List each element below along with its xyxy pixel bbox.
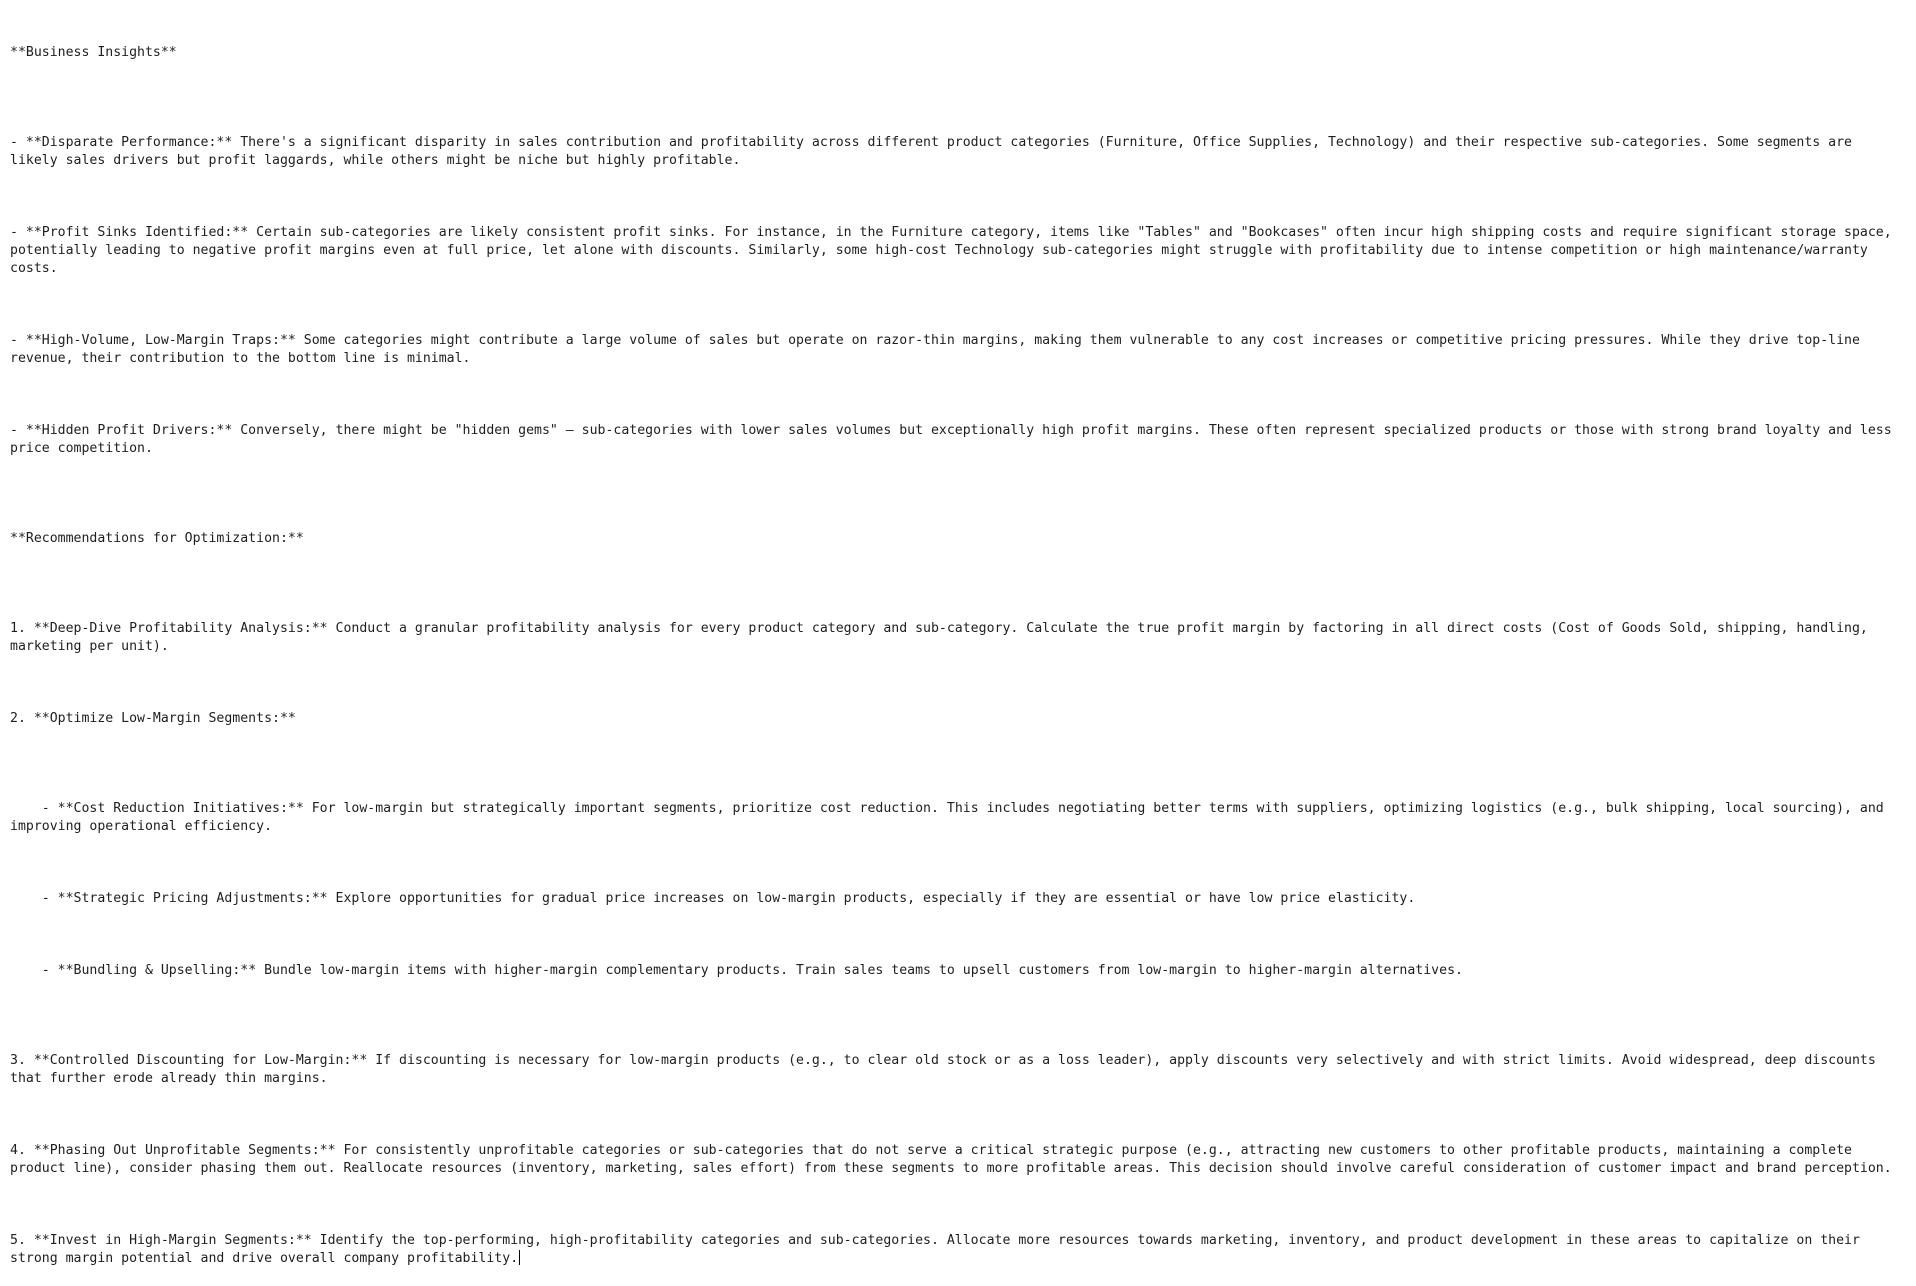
sub-text: - **Strategic Pricing Adjustments:** Exp… [41,891,1416,906]
insight-hidden-profit-drivers: - **Hidden Profit Drivers:** Conversely,… [10,423,1900,456]
recommendation-2-sub-pricing: - **Strategic Pricing Adjustments:** Exp… [10,890,1906,908]
insight-profit-sinks: - **Profit Sinks Identified:** Certain s… [10,225,1900,276]
recommendation-3: 3. **Controlled Discounting for Low-Marg… [10,1053,1884,1086]
recommendation-4: 4. **Phasing Out Unprofitable Segments:*… [10,1143,1892,1176]
sub-text: - **Cost Reduction Initiatives:** For lo… [10,801,1892,834]
sub-text: - **Bundling & Upselling:** Bundle low-m… [41,963,1463,978]
recommendation-2: 2. **Optimize Low-Margin Segments:** [10,711,296,726]
insight-high-volume-low-margin: - **High-Volume, Low-Margin Traps:** Som… [10,333,1868,366]
heading-recommendations: **Recommendations for Optimization:** [10,531,304,546]
heading-business-insights: **Business Insights** [10,45,177,60]
text-caret [519,1250,521,1265]
recommendation-1: 1. **Deep-Dive Profitability Analysis:**… [10,621,1876,654]
recommendation-5-text: 5. **Invest in High-Margin Segments:** I… [10,1233,1868,1266]
text-editor[interactable]: **Business Insights** - **Disparate Perf… [0,0,1916,1266]
recommendation-5: 5. **Invest in High-Margin Segments:** I… [10,1232,1906,1268]
insight-disparate-performance: - **Disparate Performance:** There's a s… [10,135,1860,168]
recommendation-2-sub-cost-reduction: - **Cost Reduction Initiatives:** For lo… [10,800,1906,836]
recommendation-2-sub-bundling: - **Bundling & Upselling:** Bundle low-m… [10,962,1906,980]
